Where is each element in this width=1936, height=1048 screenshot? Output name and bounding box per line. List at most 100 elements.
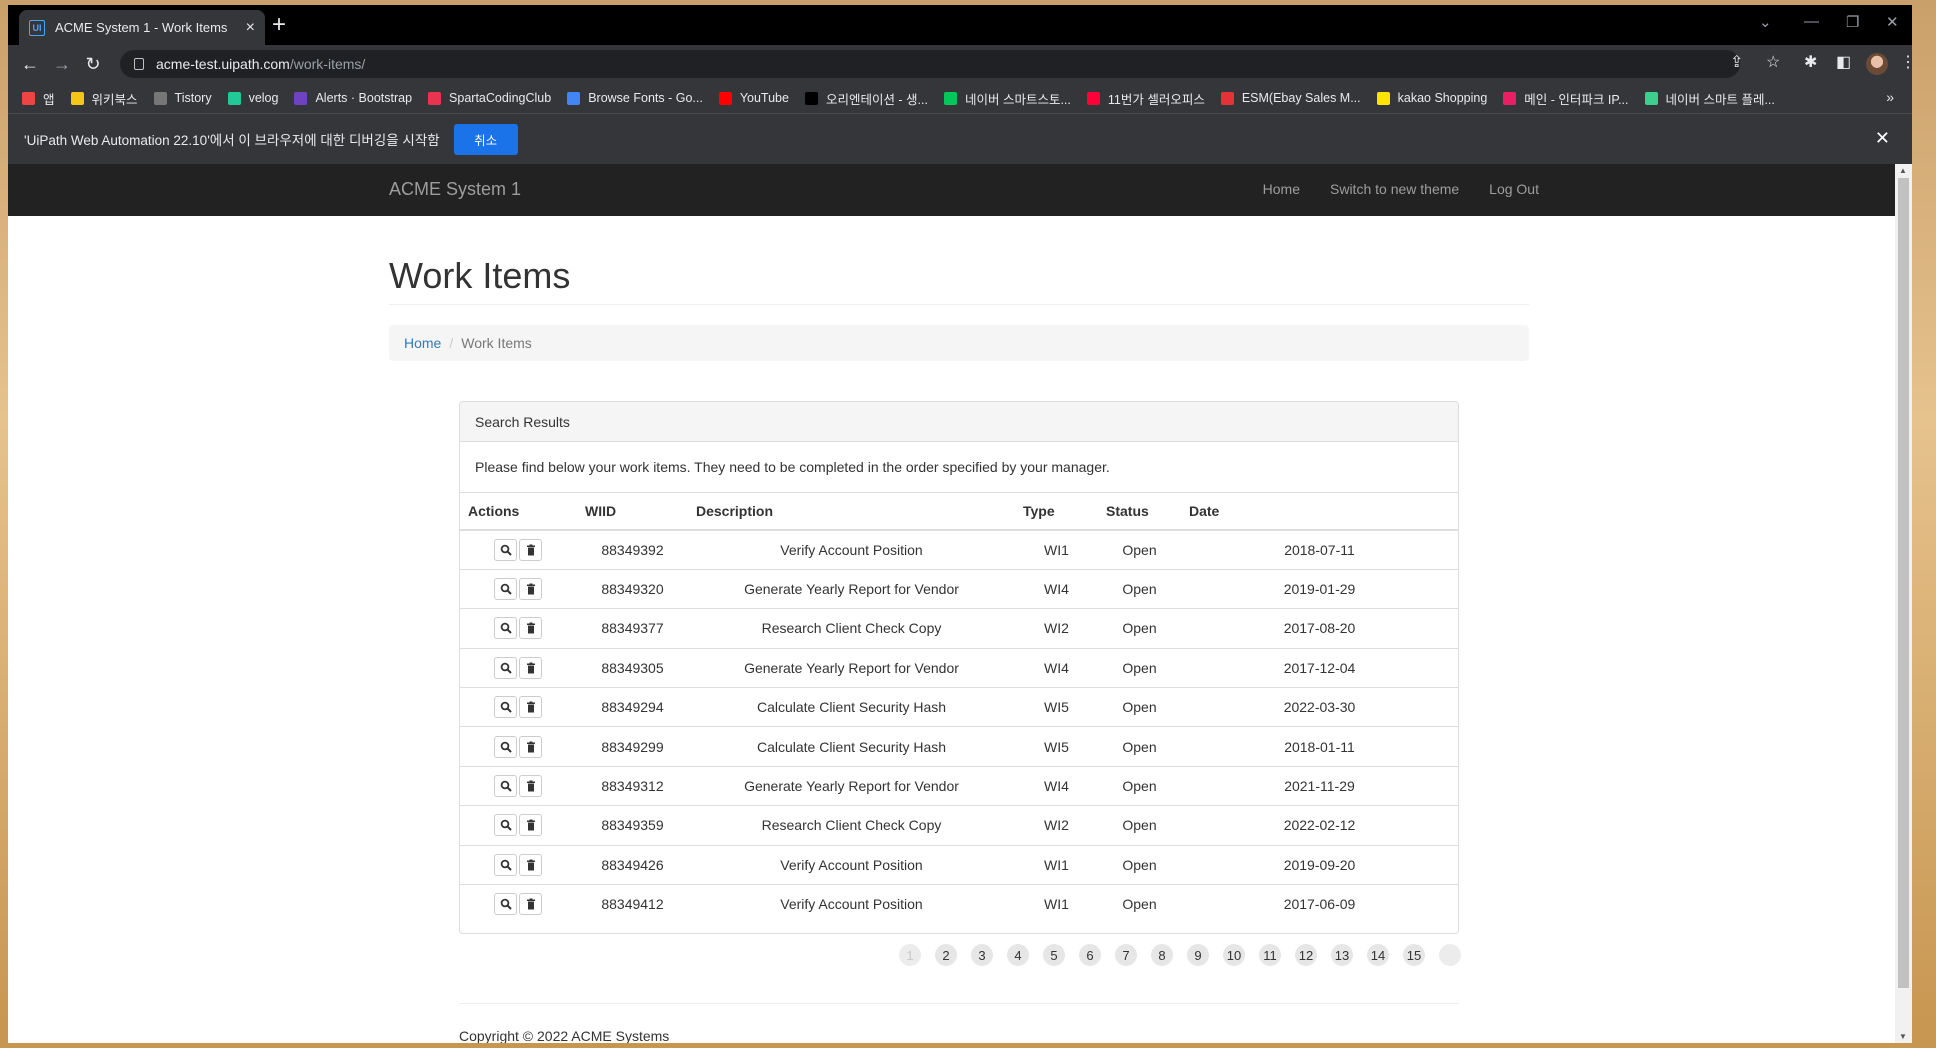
nav-home-link[interactable]: Home [1263, 181, 1300, 197]
menu-icon[interactable]: ⋮ [1900, 52, 1912, 72]
bookmark-item[interactable]: 11번가 셀러오피스 [1086, 89, 1205, 108]
scroll-down-arrow-icon[interactable]: ▼ [1899, 1032, 1907, 1041]
share-icon[interactable]: ⇪ [1730, 52, 1743, 72]
delete-trash-icon[interactable] [519, 617, 542, 640]
browser-tab[interactable]: UI ACME System 1 - Work Items × [19, 10, 265, 45]
new-tab-icon[interactable]: + [272, 13, 286, 37]
bookmark-item[interactable]: velog [227, 91, 278, 105]
restore-icon[interactable]: ❐ [1846, 13, 1859, 31]
scroll-up-arrow-icon[interactable]: ▲ [1899, 166, 1907, 175]
delete-trash-icon[interactable] [519, 538, 542, 561]
cell-description: Verify Account Position [688, 529, 1015, 570]
cell-type: WI4 [1015, 765, 1098, 806]
bookmark-item[interactable]: 오리엔테이션 - 생... [804, 89, 928, 108]
tab-close-icon[interactable]: × [246, 19, 255, 37]
next-page-button[interactable] [1439, 944, 1461, 966]
11st-icon [1086, 91, 1100, 105]
page-link[interactable]: 9 [1187, 944, 1209, 966]
tistory-icon [153, 91, 167, 105]
back-icon[interactable]: ← [19, 53, 41, 75]
minimize-icon[interactable]: — [1804, 13, 1819, 30]
bookmark-item[interactable]: Tistory [153, 91, 212, 105]
extensions-icon[interactable]: ✱ [1804, 52, 1817, 72]
bookmark-item[interactable]: Browse Fonts - Go... [567, 91, 703, 105]
page-link[interactable]: 1 [899, 944, 921, 966]
view-details-search-icon[interactable] [494, 538, 517, 561]
uipath-favicon-icon: UI [29, 19, 45, 36]
bookmarks-overflow-icon[interactable]: » [1886, 89, 1894, 105]
infobar-close-icon[interactable]: ✕ [1875, 128, 1890, 149]
table-header-row: Actions WIID Description Type Status Dat… [460, 493, 1458, 531]
breadcrumb-home-link[interactable]: Home [404, 335, 441, 351]
bookmark-item[interactable]: 네이버 스마트 플레... [1644, 89, 1775, 108]
delete-trash-icon[interactable] [519, 735, 542, 758]
page-link[interactable]: 12 [1295, 944, 1317, 966]
bookmark-item[interactable]: Alerts · Bootstrap [294, 91, 412, 105]
delete-trash-icon[interactable] [519, 696, 542, 719]
velog-icon [227, 91, 241, 105]
address-bar[interactable]: acme-test.uipath.com/work-items/ [120, 50, 1740, 78]
page-link[interactable]: 4 [1007, 944, 1029, 966]
browser-window: UI ACME System 1 - Work Items × + ⌄ — ❐ … [8, 5, 1912, 1043]
bookmark-item[interactable]: kakao Shopping [1376, 91, 1487, 105]
bookmark-item[interactable]: YouTube [718, 91, 789, 105]
kakao-icon [1376, 91, 1390, 105]
reload-icon[interactable]: ↻ [82, 53, 104, 75]
cell-description: Research Client Check Copy [688, 608, 1015, 649]
view-details-search-icon[interactable] [494, 775, 517, 798]
view-details-search-icon[interactable] [494, 656, 517, 679]
delete-trash-icon[interactable] [519, 578, 542, 601]
side-panel-icon[interactable]: ◧ [1836, 52, 1851, 72]
page-link[interactable]: 3 [971, 944, 993, 966]
page-link[interactable]: 10 [1223, 944, 1245, 966]
delete-trash-icon[interactable] [519, 656, 542, 679]
bookmark-item[interactable]: ESM(Ebay Sales M... [1220, 91, 1361, 105]
bookmark-item[interactable]: 위키북스 [70, 89, 138, 108]
cell-wiid: 88349359 [577, 805, 688, 846]
delete-trash-icon[interactable] [519, 775, 542, 798]
page-link[interactable]: 15 [1403, 944, 1425, 966]
page-link[interactable]: 5 [1043, 944, 1065, 966]
google-fonts-icon [567, 91, 581, 105]
page-link[interactable]: 2 [935, 944, 957, 966]
infobar-cancel-button[interactable]: 취소 [453, 123, 518, 155]
cell-wiid: 88349377 [577, 608, 688, 649]
view-details-search-icon[interactable] [494, 814, 517, 837]
view-details-search-icon[interactable] [494, 578, 517, 601]
window-close-icon[interactable]: ✕ [1886, 13, 1899, 31]
scrollbar-thumb[interactable] [1898, 178, 1909, 988]
delete-trash-icon[interactable] [519, 853, 542, 876]
page-link[interactable]: 8 [1151, 944, 1173, 966]
page-link[interactable]: 6 [1079, 944, 1101, 966]
bookmark-item[interactable]: 앱 [22, 89, 55, 108]
bookmark-item[interactable]: 네이버 스마트스토... [943, 89, 1071, 108]
bookmark-label: SpartaCodingClub [449, 91, 552, 105]
page-link[interactable]: 14 [1367, 944, 1389, 966]
page-link[interactable]: 11 [1259, 944, 1281, 966]
cell-status: Open [1098, 529, 1181, 570]
forward-icon[interactable]: → [51, 53, 73, 75]
bookmark-item[interactable]: 메인 - 인터파크 IP... [1503, 89, 1629, 108]
page-link[interactable]: 13 [1331, 944, 1353, 966]
delete-trash-icon[interactable] [519, 893, 542, 916]
bootstrap-icon [294, 91, 308, 105]
tab-search-icon[interactable]: ⌄ [1759, 13, 1772, 31]
view-details-search-icon[interactable] [494, 617, 517, 640]
notion-icon [804, 91, 818, 105]
page-link[interactable]: 7 [1115, 944, 1137, 966]
nav-switch-theme-link[interactable]: Switch to new theme [1330, 181, 1459, 197]
view-details-search-icon[interactable] [494, 893, 517, 916]
delete-trash-icon[interactable] [519, 814, 542, 837]
view-details-search-icon[interactable] [494, 696, 517, 719]
site-brand[interactable]: ACME System 1 [389, 179, 521, 200]
cell-actions [460, 884, 577, 924]
view-details-search-icon[interactable] [494, 735, 517, 758]
profile-avatar[interactable] [1866, 53, 1888, 75]
view-details-search-icon[interactable] [494, 853, 517, 876]
nav-logout-link[interactable]: Log Out [1489, 181, 1539, 197]
cell-actions [460, 805, 577, 846]
bookmark-label: 네이버 스마트 플레... [1665, 92, 1775, 107]
bookmark-star-icon[interactable]: ☆ [1766, 52, 1780, 72]
bookmark-item[interactable]: SpartaCodingClub [428, 91, 551, 105]
page-scrollbar[interactable]: ▲ ▼ [1895, 164, 1912, 1043]
